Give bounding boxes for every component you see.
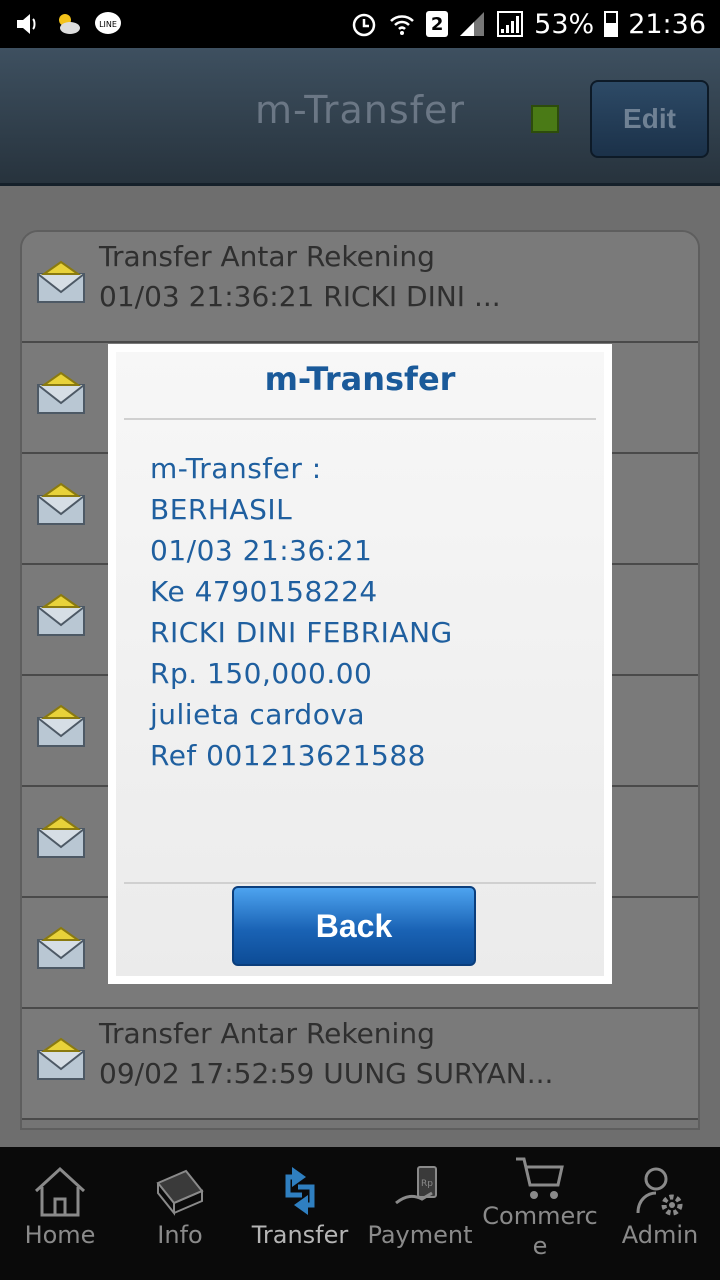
edit-button[interactable]: Edit [590, 80, 709, 158]
nav-label: Home [24, 1221, 96, 1249]
list-item-subtitle: 01/03 21:36:21 RICKI DINI ... [99, 280, 501, 313]
nav-label: Payment [367, 1221, 473, 1249]
back-button[interactable]: Back [232, 886, 476, 966]
clock: 21:36 [628, 8, 706, 40]
app-header: m-Transfer Edit [0, 48, 720, 186]
nav-label: Transfer [251, 1221, 349, 1249]
result-dialog: m-Transfer m-Transfer : BERHASIL 01/03 2… [108, 344, 612, 984]
list-item-subtitle: 09/02 17:52:59 UUNG SURYAN... [99, 1057, 554, 1090]
message-line: RICKI DINI FEBRIANG [150, 616, 453, 649]
signal-icon-2 [497, 11, 524, 37]
envelope-icon [37, 482, 85, 525]
nav-item-commerce[interactable]: Commerc e [480, 1147, 600, 1280]
nav-item-info[interactable]: Info [120, 1147, 240, 1280]
bottom-navigation: Home Info Transfer Rp Payment Commerc e … [0, 1147, 720, 1280]
weather-icon [59, 14, 80, 34]
list-item-title: Transfer Antar Rekening [99, 240, 435, 273]
message-line: julieta cardova [150, 698, 366, 731]
battery-percent: 53% [534, 8, 595, 40]
list-item-title: Transfer Antar Rekening [99, 1017, 435, 1050]
envelope-icon [37, 371, 85, 414]
message-line: 01/03 21:36:21 [150, 534, 373, 567]
svg-text:Rp: Rp [421, 1179, 433, 1189]
message-line: Rp. 150,000.00 [150, 657, 373, 690]
battery-icon [604, 11, 619, 37]
home-icon [34, 1166, 86, 1217]
list-item[interactable]: Transfer Antar Rekening 09/02 17:52:59 U… [22, 1009, 698, 1120]
svg-text:LINE: LINE [99, 20, 117, 29]
nav-item-home[interactable]: Home [0, 1147, 120, 1280]
message-line: Ke 4790158224 [150, 575, 378, 608]
envelope-icon [37, 926, 85, 969]
info-book-icon [156, 1169, 204, 1216]
divider [124, 882, 596, 884]
wifi-icon [390, 15, 415, 35]
list-item[interactable]: Transfer Antar Rekening 01/03 21:36:21 R… [22, 232, 698, 343]
message-line: Ref 001213621588 [150, 739, 426, 772]
envelope-icon [37, 1037, 85, 1080]
nav-label: Admin [621, 1221, 699, 1249]
envelope-icon [37, 704, 85, 747]
nav-label: Info [157, 1221, 203, 1249]
sim-slot-badge: 2 [426, 11, 449, 37]
admin-icon [636, 1167, 683, 1216]
nav-label: Commerc e [482, 1202, 598, 1260]
volume-icon [17, 14, 36, 34]
dialog-message: m-Transfer : BERHASIL 01/03 21:36:21 Ke … [150, 448, 594, 776]
signal-icon [460, 12, 485, 36]
nav-item-admin[interactable]: Admin [600, 1147, 720, 1280]
envelope-icon [37, 815, 85, 858]
message-line: m-Transfer : [150, 452, 322, 485]
dialog-title: m-Transfer [264, 360, 456, 398]
alarm-icon [352, 13, 376, 37]
nav-item-transfer[interactable]: Transfer [240, 1147, 360, 1280]
line-app-icon: LINE [95, 12, 121, 34]
divider [124, 418, 596, 420]
dialog-panel: m-Transfer m-Transfer : BERHASIL 01/03 2… [116, 352, 604, 976]
envelope-icon [37, 260, 85, 303]
nav-item-payment[interactable]: Rp Payment [360, 1147, 480, 1280]
message-line: BERHASIL [150, 493, 293, 526]
connection-status-indicator [531, 105, 559, 133]
transfer-icon [285, 1167, 315, 1215]
envelope-icon [37, 593, 85, 636]
payment-icon: Rp [395, 1166, 437, 1205]
status-bar: LINE 2 53% 21:36 [0, 0, 720, 48]
